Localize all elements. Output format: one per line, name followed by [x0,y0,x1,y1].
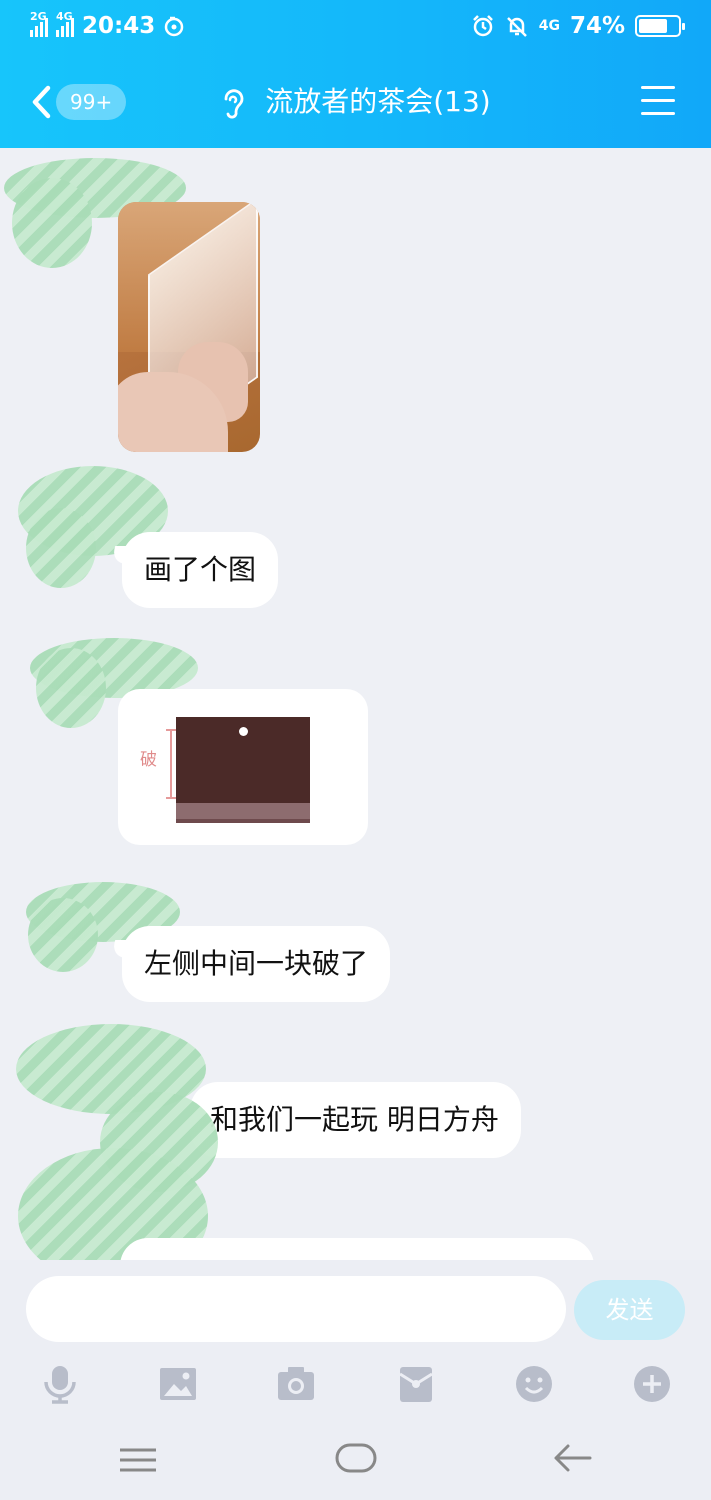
text-message[interactable]: 左侧中间一块破了 [122,926,391,1002]
bell-mute-icon [506,17,527,37]
sync-icon [164,16,184,37]
avatar-blur [26,508,96,588]
text-message-partial[interactable] [120,1238,594,1260]
red-packet-icon[interactable] [396,1364,436,1404]
drawing-message[interactable]: 破 [118,689,368,845]
annotation-bracket [166,729,176,799]
network-4g-label: 4G [538,18,560,34]
back-nav-icon[interactable] [552,1442,592,1474]
ear-icon [224,89,244,119]
title-bar: 99+ 流放者的茶会(13) [0,68,711,136]
drawing-line [176,819,310,823]
network-type-label: 2G [30,10,47,23]
signal-2g-icon: 2G [30,10,48,37]
drawing-hole [239,727,248,736]
alarm-icon [472,15,493,37]
chat-title[interactable]: 流放者的茶会(13) [0,82,711,122]
image-icon[interactable] [158,1364,198,1404]
clock: 20:43 [82,13,156,39]
system-nav-bar [0,1420,711,1500]
message-input[interactable] [26,1276,566,1342]
camera-icon[interactable] [276,1364,316,1404]
drawing-strip [176,803,310,819]
input-bar: 发送 [0,1260,711,1360]
header: 2G 4G 20:43 4G 74% 99+ 流放者的茶会(13) [0,0,711,148]
signal-4g-icon: 4G [56,10,74,37]
send-button[interactable]: 发送 [574,1280,685,1340]
home-nav-icon[interactable] [334,1442,378,1474]
text-message[interactable]: 和我们一起玩 明日方舟 [190,1082,521,1158]
emoji-icon[interactable] [514,1364,554,1404]
status-bar: 2G 4G 20:43 4G 74% [0,0,711,58]
network-type-label: 4G [56,10,73,23]
battery-icon [635,15,685,37]
plus-icon[interactable] [632,1364,672,1404]
chat-area[interactable]: 画了个图 破 左侧中间一块破了 和我们一起玩 明日方舟 [0,148,711,1260]
group-name: 流放者的茶会(13) [265,85,491,118]
avatar-blur [12,178,92,268]
input-toolbar [0,1360,711,1420]
menu-nav-icon[interactable] [118,1446,158,1474]
mic-icon[interactable] [40,1364,80,1404]
avatar-blur [36,648,106,728]
battery-percent: 74% [569,13,625,39]
damage-annotation: 破 [140,750,157,770]
text-message[interactable]: 画了个图 [122,532,279,608]
menu-icon[interactable] [641,86,675,116]
photo-message[interactable] [118,202,260,452]
avatar-blur [28,898,98,972]
